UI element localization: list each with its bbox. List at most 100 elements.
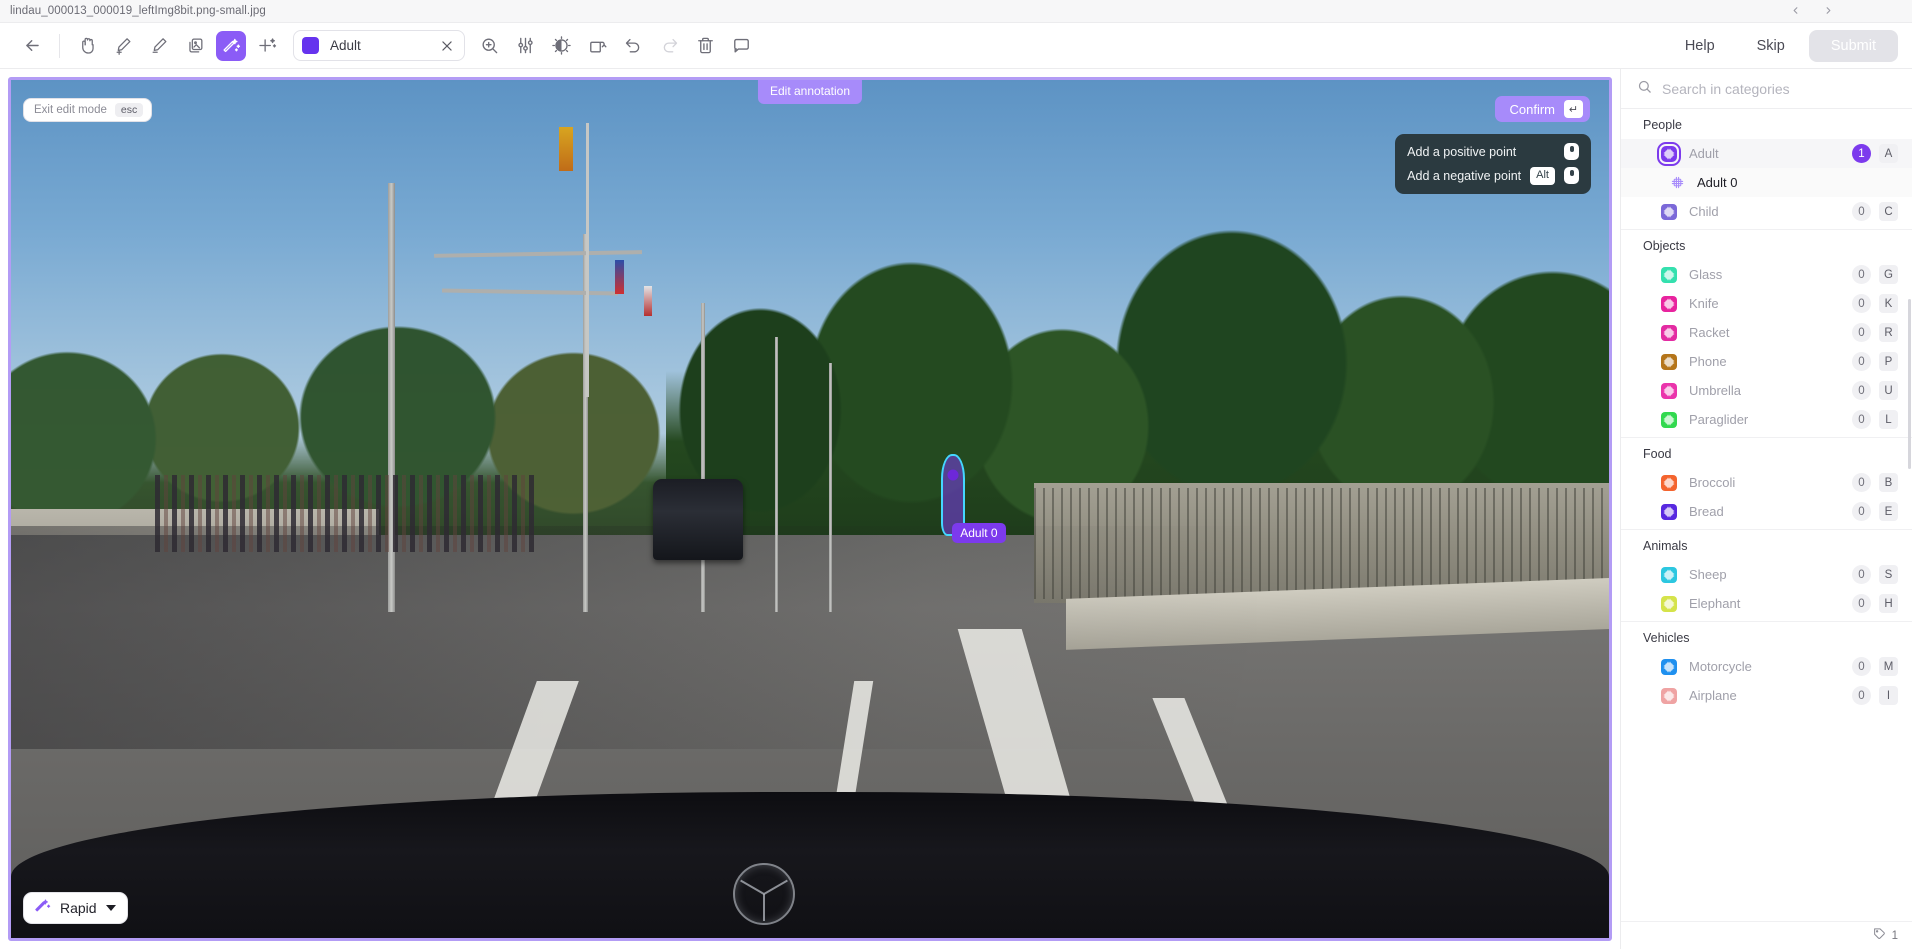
close-icon[interactable]: [436, 35, 458, 57]
title-bar: lindau_000013_000019_leftImg8bit.png-sma…: [0, 0, 1912, 23]
group-header-food: Food: [1643, 447, 1672, 461]
redo-button[interactable]: [654, 31, 684, 61]
category-hotkey: G: [1879, 265, 1898, 284]
magic-wand-tool[interactable]: [216, 30, 246, 61]
mouse-icon: [1564, 167, 1579, 185]
category-count: 1: [1852, 144, 1871, 163]
category-row-racket[interactable]: Racket 0 R: [1621, 318, 1912, 347]
lamp-post: [701, 303, 706, 612]
lamp-post: [829, 363, 833, 612]
exit-edit-mode-hint[interactable]: Exit edit mode esc: [23, 98, 153, 122]
group-header-animals: Animals: [1643, 539, 1688, 553]
category-color-icon: [1661, 353, 1677, 370]
category-row-sheep[interactable]: Sheep 0 S: [1621, 560, 1912, 589]
sidebar-scrollbar[interactable]: [1908, 299, 1911, 469]
rotate-tool[interactable]: [582, 31, 612, 61]
category-hotkey: C: [1879, 202, 1898, 221]
category-label: Racket: [1689, 325, 1730, 340]
submit-button[interactable]: Submit: [1808, 30, 1898, 62]
category-color-icon: [1661, 266, 1677, 283]
category-row-motorcycle[interactable]: Motorcycle 0 M: [1621, 652, 1912, 681]
category-row-bread[interactable]: Bread 0 E: [1621, 497, 1912, 526]
category-hotkey: M: [1879, 657, 1898, 676]
pan-tool[interactable]: [72, 31, 102, 61]
category-hotkey: A: [1879, 144, 1898, 163]
active-category-label: Adult: [330, 38, 361, 53]
toolbar: Adult Help Skip Submit: [0, 23, 1912, 69]
category-hotkey: E: [1879, 502, 1898, 521]
edit-annotation-badge: Edit annotation: [757, 80, 863, 104]
duplicate-tool[interactable]: [180, 31, 210, 61]
annotation-label[interactable]: Adult 0: [952, 522, 1006, 543]
category-row-glass[interactable]: Glass 0 G: [1621, 260, 1912, 289]
category-row-broccoli[interactable]: Broccoli 0 B: [1621, 468, 1912, 497]
comment-button[interactable]: [726, 31, 756, 61]
divider: [59, 33, 60, 58]
positive-point-marker[interactable]: [947, 469, 959, 481]
category-label: Bread: [1689, 504, 1724, 519]
flag: [643, 285, 652, 316]
zoom-in-tool[interactable]: [474, 31, 504, 61]
category-row-elephant[interactable]: Elephant 0 H: [1621, 589, 1912, 618]
category-row-phone[interactable]: Phone 0 P: [1621, 347, 1912, 376]
car-ahead: [653, 478, 743, 561]
chevron-left-icon[interactable]: [1790, 5, 1801, 18]
category-hotkey: S: [1879, 565, 1898, 584]
category-row-adult[interactable]: Adult 1 A: [1621, 139, 1912, 168]
lamp-post: [774, 337, 778, 612]
workspace: Exit edit mode esc Edit annotation Confi…: [0, 69, 1912, 949]
search-icon: [1637, 79, 1652, 99]
category-row-child[interactable]: Child 0 C: [1621, 197, 1912, 226]
category-count: 0: [1852, 202, 1871, 221]
image-canvas[interactable]: Exit edit mode esc Edit annotation Confi…: [8, 77, 1612, 941]
magic-wand-icon: [34, 897, 51, 919]
category-row-airplane[interactable]: Airplane 0 I: [1621, 681, 1912, 710]
active-category-chip[interactable]: Adult: [293, 30, 465, 61]
hint-row: Add a negative point Alt: [1407, 167, 1579, 185]
category-label: Phone: [1689, 354, 1727, 369]
skip-button[interactable]: Skip: [1739, 31, 1803, 61]
category-hotkey: R: [1879, 323, 1898, 342]
street-scene-photo: [11, 80, 1609, 938]
brush-minus-tool[interactable]: [144, 31, 174, 61]
flag: [615, 260, 625, 295]
category-label: Glass: [1689, 267, 1723, 282]
alt-key-badge: Alt: [1530, 167, 1555, 185]
category-count: 0: [1852, 410, 1871, 429]
category-color-icon: [1661, 658, 1677, 675]
category-hotkey: H: [1879, 594, 1898, 613]
category-row-paraglider[interactable]: Paraglider 0 L: [1621, 405, 1912, 434]
category-count: 0: [1852, 381, 1871, 400]
confirm-button[interactable]: Confirm ↵: [1495, 96, 1590, 122]
category-row-umbrella[interactable]: Umbrella 0 U: [1621, 376, 1912, 405]
category-count: 0: [1852, 352, 1871, 371]
brush-plus-tool[interactable]: [108, 31, 138, 61]
rapid-mode-button[interactable]: Rapid: [23, 892, 128, 924]
sparkle-plus-tool[interactable]: [252, 31, 282, 61]
chevron-down-icon[interactable]: [105, 905, 116, 911]
category-label: Child: [1689, 204, 1719, 219]
category-color-icon: [1661, 295, 1677, 312]
back-button[interactable]: [17, 31, 47, 61]
category-color-icon: [1661, 595, 1677, 612]
category-search-row: [1621, 69, 1912, 109]
group-header-objects: Objects: [1643, 239, 1686, 253]
category-row-knife[interactable]: Knife 0 K: [1621, 289, 1912, 318]
category-color-swatch: [302, 37, 319, 54]
search-input[interactable]: [1662, 80, 1896, 97]
instance-row-adult-0[interactable]: Adult 0: [1621, 168, 1912, 197]
chevron-right-icon[interactable]: [1823, 5, 1834, 18]
draw-tools: [69, 30, 285, 61]
hood-emblem: [733, 862, 796, 925]
canvas-area: Exit edit mode esc Edit annotation Confi…: [0, 69, 1620, 949]
delete-button[interactable]: [690, 31, 720, 61]
category-color-icon: [1661, 687, 1677, 704]
brightness-tool[interactable]: [546, 31, 576, 61]
category-label: Paraglider: [1689, 412, 1749, 427]
hint-label: Add a positive point: [1407, 144, 1517, 159]
undo-button[interactable]: [618, 31, 648, 61]
help-button[interactable]: Help: [1667, 31, 1733, 61]
category-label: Knife: [1689, 296, 1719, 311]
sliders-tool[interactable]: [510, 31, 540, 61]
shortcut-hints-panel: Add a positive point Add a negative poin…: [1395, 134, 1591, 194]
